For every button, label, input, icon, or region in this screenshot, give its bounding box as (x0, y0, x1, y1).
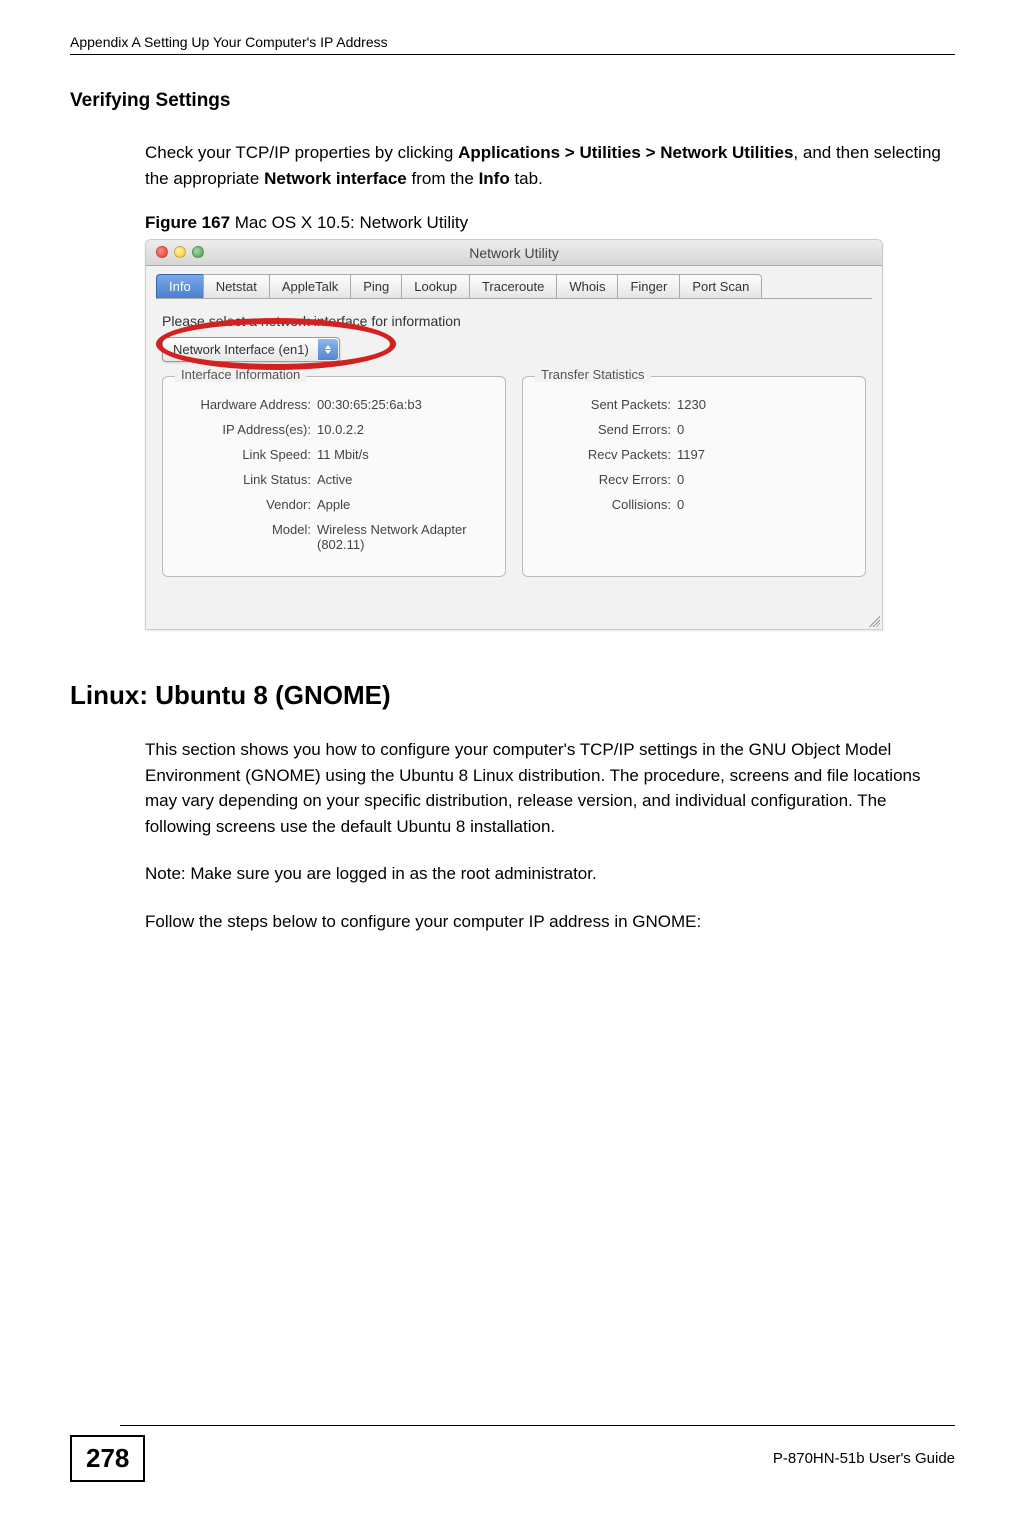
header-rule (70, 54, 955, 55)
collisions-value: 0 (677, 497, 851, 512)
link-speed-value: 11 Mbit/s (317, 447, 491, 462)
tab-finger[interactable]: Finger (617, 274, 680, 298)
hw-address-value: 00:30:65:25:6a:b3 (317, 397, 491, 412)
close-button[interactable] (156, 246, 168, 258)
paragraph-note: Note: Make sure you are logged in as the… (145, 861, 955, 887)
paragraph-1: Check your TCP/IP properties by clicking… (145, 140, 955, 191)
subheading-verifying: Verifying Settings (70, 90, 955, 112)
page-header: Appendix A Setting Up Your Computer's IP… (70, 34, 955, 50)
recv-packets-value: 1197 (677, 447, 851, 462)
panel-title-stats: Transfer Statistics (535, 367, 651, 382)
interface-prompt: Please select a network interface for in… (162, 313, 866, 329)
link-status-value: Active (317, 472, 491, 487)
send-errors-value: 0 (677, 422, 851, 437)
tab-lookup[interactable]: Lookup (401, 274, 470, 298)
chevron-updown-icon (318, 339, 338, 360)
paragraph-linux-intro: This section shows you how to configure … (145, 737, 955, 839)
tab-ping[interactable]: Ping (350, 274, 402, 298)
tab-netstat[interactable]: Netstat (203, 274, 270, 298)
window-title: Network Utility (469, 245, 558, 261)
guide-name: P-870HN-51b User's Guide (773, 1450, 955, 1467)
tab-traceroute[interactable]: Traceroute (469, 274, 557, 298)
interface-select[interactable]: Network Interface (en1) (162, 337, 340, 362)
tab-portscan[interactable]: Port Scan (679, 274, 762, 298)
interface-info-panel: Interface Information Hardware Address:0… (162, 376, 506, 577)
tab-bar: Info Netstat AppleTalk Ping Lookup Trace… (146, 266, 882, 298)
page-number: 278 (70, 1435, 145, 1482)
resize-handle-icon[interactable] (866, 613, 880, 627)
header-left: Appendix A Setting Up Your Computer's IP… (70, 34, 388, 50)
heading-linux: Linux: Ubuntu 8 (GNOME) (70, 680, 955, 711)
traffic-lights (156, 246, 204, 258)
transfer-stats-panel: Transfer Statistics Sent Packets:1230 Se… (522, 376, 866, 577)
zoom-button[interactable] (192, 246, 204, 258)
interface-select-value: Network Interface (en1) (173, 342, 309, 357)
minimize-button[interactable] (174, 246, 186, 258)
interface-select-wrap: Network Interface (en1) (162, 337, 340, 362)
sent-packets-value: 1230 (677, 397, 851, 412)
titlebar: Network Utility (146, 240, 882, 266)
ip-address-value: 10.0.2.2 (317, 422, 491, 437)
paragraph-follow: Follow the steps below to configure your… (145, 909, 955, 935)
model-value: Wireless Network Adapter (802.11) (317, 522, 491, 552)
network-utility-window: Network Utility Info Netstat AppleTalk P… (145, 239, 883, 630)
tab-info[interactable]: Info (156, 274, 204, 298)
page-footer: 278 P-870HN-51b User's Guide (70, 1435, 955, 1482)
tab-appletalk[interactable]: AppleTalk (269, 274, 351, 298)
panel-title-info: Interface Information (175, 367, 306, 382)
figure-caption: Figure 167 Mac OS X 10.5: Network Utilit… (145, 213, 955, 233)
tab-whois[interactable]: Whois (556, 274, 618, 298)
recv-errors-value: 0 (677, 472, 851, 487)
footer-rule (120, 1425, 955, 1426)
vendor-value: Apple (317, 497, 491, 512)
